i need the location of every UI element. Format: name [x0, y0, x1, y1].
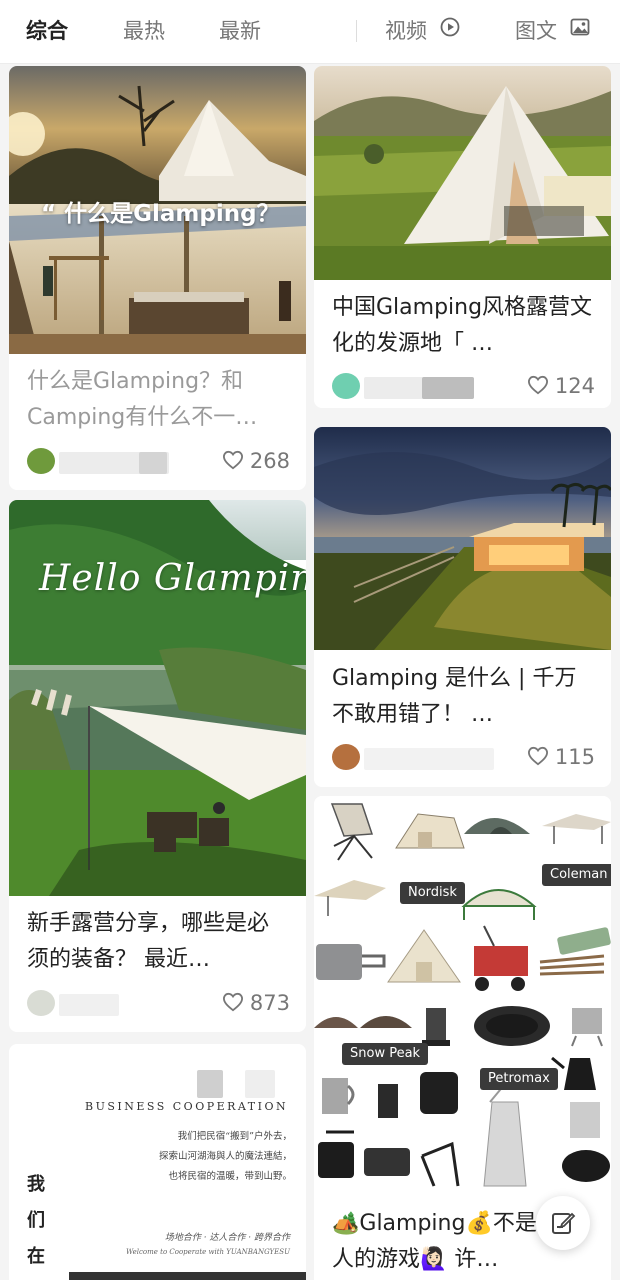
feed-card-newbie-gear[interactable]: Hello Glamping 新手露营分享，哪些是必须的装备？ 最近… 873	[9, 500, 306, 1032]
cooperation-partners: 场地合作 · 达人合作 · 跨界合作	[164, 1233, 290, 1243]
card-meta: 873	[27, 988, 290, 1018]
author-name-blurred	[364, 748, 494, 770]
vertical-text-1: 我	[27, 1174, 45, 1195]
card-photo-gear-collage: Coleman Nordisk Snow Peak Petromax	[314, 796, 611, 1196]
logo-blurred-2	[245, 1070, 275, 1098]
photo-overlay-title: “ 什么是Glamping？	[41, 201, 280, 227]
author-avatar[interactable]	[332, 744, 360, 770]
heart-icon	[222, 992, 243, 1012]
card-title: 新手露营分享，哪些是必须的装备？ 最近…	[27, 911, 270, 972]
brand-tag-nordisk: Nordisk	[400, 882, 465, 904]
tab-hottest[interactable]: 最热	[123, 17, 165, 45]
heart-icon	[527, 375, 548, 395]
heart-icon	[527, 746, 548, 766]
tab-image-text-label: 图文	[515, 19, 557, 43]
card-photo-dusk-resort	[314, 427, 611, 650]
like-button[interactable]: 268	[222, 446, 290, 476]
brand-tag-petromax: Petromax	[480, 1068, 558, 1090]
cooperation-welcome: Welcome to Cooperate with YUANBANGYESU	[126, 1248, 290, 1256]
vertical-text-3: 在	[27, 1246, 45, 1267]
tab-image-text[interactable]: 图文	[515, 17, 590, 46]
card-meta: 124	[332, 371, 595, 401]
like-count: 268	[249, 449, 290, 473]
play-circle-icon	[440, 16, 460, 44]
tab-video[interactable]: 视频	[385, 17, 460, 46]
card-title: Glamping 是什么 | 千万不敢用错了！ …	[332, 666, 577, 727]
author-name-blurred-tail	[422, 377, 474, 399]
tab-divider	[356, 20, 357, 42]
card-photo-teepee	[314, 66, 611, 280]
like-button[interactable]: 873	[222, 988, 290, 1018]
author-avatar[interactable]	[332, 373, 360, 399]
cooperation-heading: BUSINESS COOPERATION	[85, 1100, 289, 1113]
tab-video-label: 视频	[385, 19, 427, 43]
card-photo-lake-camp: Hello Glamping	[9, 500, 306, 896]
like-button[interactable]: 124	[527, 371, 595, 401]
image-icon	[570, 16, 590, 44]
logo-blurred	[197, 1070, 223, 1098]
like-count: 873	[249, 991, 290, 1015]
author-name-blurred-tail	[139, 452, 167, 474]
card-meta: 268	[27, 446, 290, 476]
like-button[interactable]: 115	[527, 742, 595, 772]
card-title: 什么是Glamping？和Camping有什么不一…	[27, 369, 258, 430]
card-title: 中国Glamping风格露营文化的发源地「 …	[332, 295, 593, 356]
author-avatar[interactable]	[27, 990, 55, 1016]
tab-comprehensive[interactable]: 综合	[26, 17, 68, 45]
brand-tag-snow-peak: Snow Peak	[342, 1043, 429, 1065]
like-count: 124	[554, 374, 595, 398]
edit-note-icon	[552, 1212, 576, 1234]
feed-card-glamping-origin[interactable]: 中国Glamping风格露营文化的发源地「 … 124	[314, 66, 611, 408]
like-count: 115	[554, 745, 595, 769]
feed-card-business-cooperation[interactable]: BUSINESS COOPERATION 我们把民宿“搬到”户外去， 探索山河湖…	[9, 1044, 306, 1280]
tab-newest[interactable]: 最新	[219, 17, 261, 45]
cooperation-line-1: 我们把民宿“搬到”户外去，	[177, 1131, 292, 1142]
feed-card-glamping-intro[interactable]: “ 什么是Glamping？ 什么是Glamping？和Camping有什么不一…	[9, 66, 306, 490]
top-tab-bar: 综合 最热 最新 视频 图文	[0, 0, 620, 64]
photo-strip	[69, 1272, 306, 1280]
photo-overlay-title: Hello Glamping	[39, 558, 306, 599]
feed-card-glamping-meaning[interactable]: Glamping 是什么 | 千万不敢用错了！ … 115	[314, 427, 611, 787]
card-meta: 115	[332, 742, 595, 772]
compose-note-button[interactable]	[536, 1196, 590, 1250]
cooperation-line-3: 也将民宿的温暖，带到山野。	[168, 1171, 292, 1182]
heart-icon	[222, 450, 243, 470]
vertical-text-2: 们	[27, 1210, 45, 1231]
brand-tag-coleman: Coleman	[542, 864, 611, 886]
card-photo-bell-tent: “ 什么是Glamping？	[9, 66, 306, 354]
author-name-blurred	[59, 994, 119, 1016]
cooperation-line-2: 探索山河湖海與人的魔法連結，	[158, 1151, 292, 1162]
author-avatar[interactable]	[27, 448, 55, 474]
